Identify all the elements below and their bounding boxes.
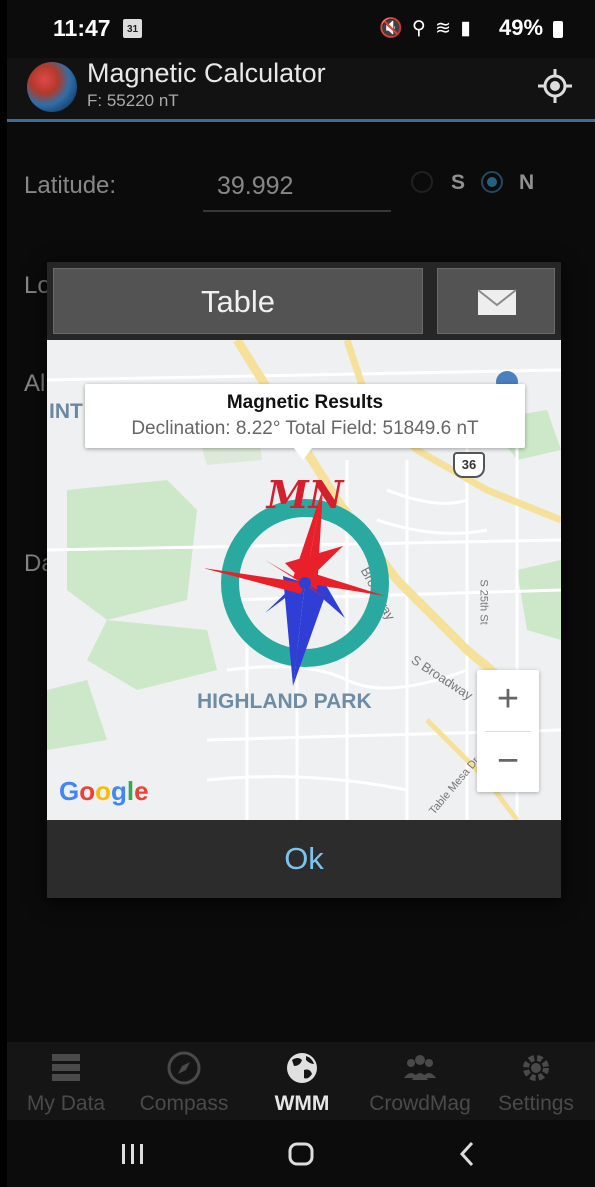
google-logo: Google xyxy=(59,776,149,806)
app-title: Magnetic Calculator xyxy=(87,58,326,88)
status-time: 11:47 xyxy=(53,15,111,41)
info-window-pointer xyxy=(294,448,312,460)
tab-compass[interactable]: Compass xyxy=(125,1042,243,1120)
back-icon[interactable] xyxy=(457,1140,477,1168)
app-logo-icon xyxy=(27,62,77,112)
system-navigation-bar xyxy=(7,1120,595,1187)
tab-crowdmag[interactable]: CrowdMag xyxy=(361,1042,479,1120)
tab-label: CrowdMag xyxy=(369,1092,471,1115)
table-button[interactable]: Table xyxy=(53,268,423,334)
database-list-icon xyxy=(52,1054,80,1081)
street-label: S 25th St xyxy=(477,579,490,625)
info-title: Magnetic Results xyxy=(226,392,384,413)
my-location-icon[interactable] xyxy=(537,68,573,104)
tab-label: Compass xyxy=(139,1092,229,1115)
envelope-icon xyxy=(477,289,517,315)
email-button[interactable] xyxy=(437,268,555,334)
ok-button[interactable]: Ok xyxy=(47,820,561,898)
recent-apps-icon[interactable] xyxy=(119,1142,147,1166)
phone-screen: 11:47 31 🔇 ⚲ ≋ ▮ 49% Magnetic Calculator… xyxy=(7,0,595,1187)
tab-label: My Data xyxy=(26,1092,106,1115)
tab-my-data[interactable]: My Data xyxy=(7,1042,125,1120)
map-place-label: HIGHLAND PARK xyxy=(197,690,372,713)
zoom-out-button[interactable]: − xyxy=(477,732,539,792)
info-text: Declination: 8.22° Total Field: 51849.6 … xyxy=(131,418,479,439)
compass-rose-icon: MN xyxy=(205,472,389,686)
field-subtitle: F: 55220 nT xyxy=(87,91,179,110)
info-window: Magnetic Results Declination: 8.22° Tota… xyxy=(85,384,525,448)
status-bar: 11:47 31 🔇 ⚲ ≋ ▮ 49% xyxy=(7,0,595,58)
gear-icon xyxy=(523,1055,549,1081)
people-group-icon xyxy=(404,1055,436,1080)
zoom-controls: + − xyxy=(477,670,539,792)
globe-icon xyxy=(287,1053,317,1083)
tab-label: WMM xyxy=(274,1092,330,1115)
app-bar: Magnetic Calculator F: 55220 nT xyxy=(7,58,595,122)
route-shield: 36 xyxy=(453,452,485,478)
home-icon[interactable] xyxy=(287,1140,315,1168)
magnetic-north-label: MN xyxy=(265,472,345,517)
calendar-icon: 31 xyxy=(123,19,142,38)
battery-icon xyxy=(553,21,563,38)
tab-settings[interactable]: Settings xyxy=(477,1042,595,1120)
tab-label: Settings xyxy=(498,1092,574,1115)
bottom-navigation: My Data Compass WMM CrowdMag Settings xyxy=(7,1042,595,1120)
status-icons: 🔇 ⚲ ≋ ▮ xyxy=(379,18,473,39)
results-dialog: Table Magnetic Results Declination: 8.22… xyxy=(47,262,561,898)
battery-percent: 49% xyxy=(499,15,544,40)
map-view[interactable]: Magnetic Results Declination: 8.22° Tota… xyxy=(47,340,561,820)
zoom-in-button[interactable]: + xyxy=(477,670,539,730)
map-place-partial: INT xyxy=(49,400,83,423)
tab-wmm[interactable]: WMM xyxy=(243,1042,361,1120)
compass-icon xyxy=(167,1051,201,1085)
